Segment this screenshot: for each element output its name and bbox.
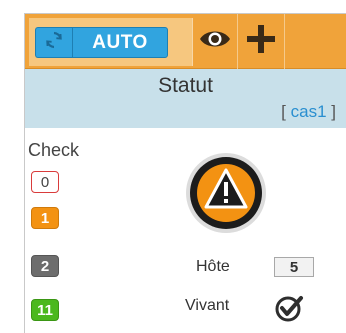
auto-refresh-button[interactable]: AUTO [72, 27, 168, 58]
refresh-button[interactable] [35, 27, 72, 58]
warning-icon [185, 152, 267, 234]
view-button[interactable] [193, 14, 237, 69]
add-button[interactable] [238, 14, 284, 69]
status-header: Statut [ cas1 ] [25, 69, 346, 128]
check-count-warning[interactable]: 1 [31, 207, 59, 229]
host-label: Hôte [196, 258, 230, 275]
check-count-critical[interactable]: 0 [31, 171, 59, 193]
alive-label: Vivant [185, 297, 230, 314]
case-link[interactable]: cas1 [291, 102, 327, 121]
check-count-ok[interactable]: 11 [31, 299, 59, 321]
check-circle-icon [274, 293, 304, 323]
host-count[interactable]: 5 [274, 257, 314, 277]
refresh-button-group: AUTO [29, 18, 193, 66]
toolbar-separator [284, 14, 285, 69]
toolbar: AUTO [25, 14, 346, 69]
check-label: Check [28, 140, 80, 160]
case-bracket-open: [ [281, 102, 291, 121]
plus-icon [246, 24, 276, 59]
status-widget: AUTO Statut [ cas1 ] Check 0 1 2 11 Hôte… [24, 13, 346, 333]
case-label: [ cas1 ] [281, 102, 336, 122]
case-bracket-close: ] [326, 102, 336, 121]
check-count-unknown[interactable]: 2 [31, 255, 59, 277]
status-title: Statut [158, 74, 213, 97]
eye-icon [199, 28, 231, 55]
refresh-icon [44, 30, 64, 55]
